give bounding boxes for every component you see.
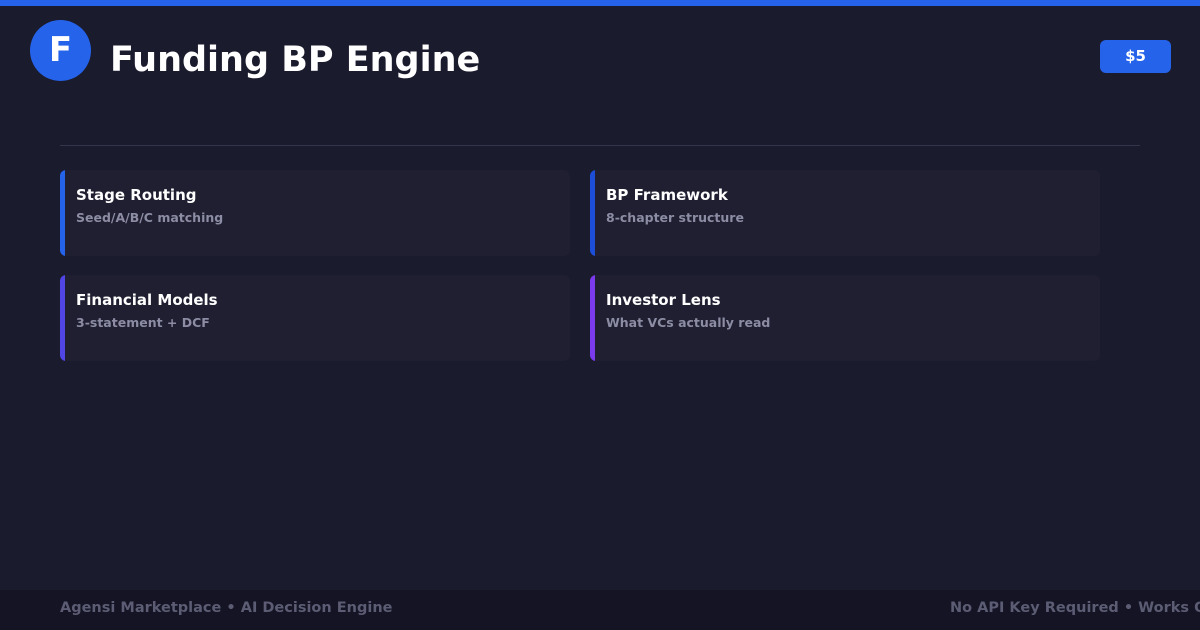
feature-card-title: Investor Lens xyxy=(606,291,721,309)
footer: Agensi Marketplace • AI Decision Engine … xyxy=(0,590,1200,630)
feature-card-subtitle: What VCs actually read xyxy=(606,315,771,330)
feature-card-title: Stage Routing xyxy=(76,186,197,204)
feature-card-stage-routing: Stage Routing Seed/A/B/C matching xyxy=(60,170,570,256)
feature-card-investor-lens: Investor Lens What VCs actually read xyxy=(590,275,1100,361)
page-title: Funding BP Engine xyxy=(110,40,481,80)
card-accent-bar xyxy=(60,170,65,256)
footer-brand-text: Agensi Marketplace • AI Decision Engine xyxy=(60,600,393,616)
feature-card-financial-models: Financial Models 3-statement + DCF xyxy=(60,275,570,361)
feature-card-subtitle: 3-statement + DCF xyxy=(76,315,210,330)
feature-card-title: Financial Models xyxy=(76,291,218,309)
header-divider xyxy=(60,145,1140,146)
feature-card-title: BP Framework xyxy=(606,186,728,204)
card-accent-bar xyxy=(590,275,595,361)
footer-requirements-text: No API Key Required • Works Offline xyxy=(950,600,1200,616)
price-badge: $5 xyxy=(1100,40,1171,73)
top-accent-bar xyxy=(0,0,1200,6)
card-accent-bar xyxy=(590,170,595,256)
logo: F xyxy=(30,20,91,81)
feature-card-subtitle: Seed/A/B/C matching xyxy=(76,210,224,225)
feature-card-bp-framework: BP Framework 8-chapter structure xyxy=(590,170,1100,256)
feature-card-subtitle: 8-chapter structure xyxy=(606,210,744,225)
card-accent-bar xyxy=(60,275,65,361)
